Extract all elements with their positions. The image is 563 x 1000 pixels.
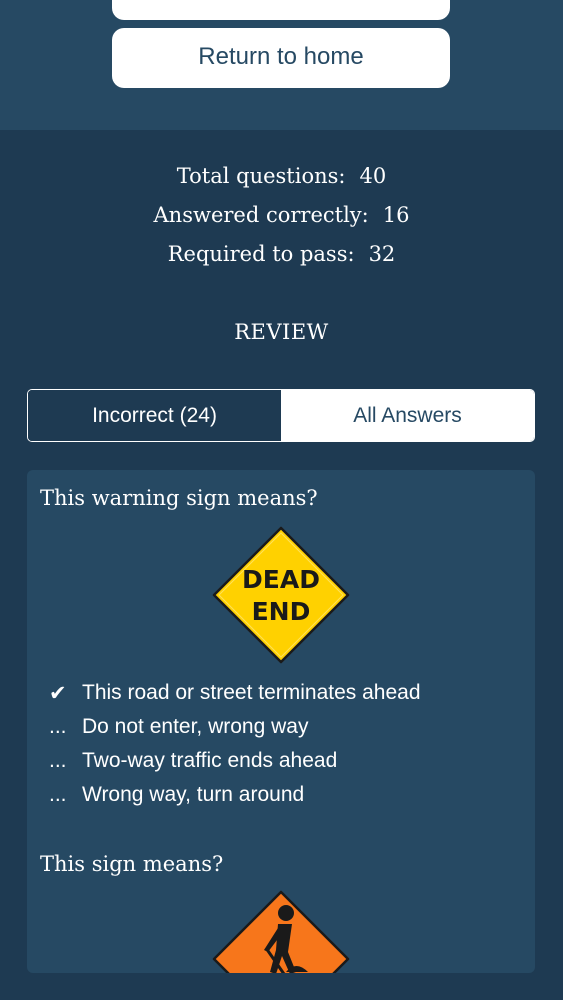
answer-text: This road or street terminates ahead: [82, 681, 421, 704]
answer-text: Wrong way, turn around: [82, 783, 305, 806]
required-to-pass-row: Required to pass: 32: [0, 242, 563, 266]
total-questions-row: Total questions: 40: [0, 164, 563, 188]
ellipsis-marker: ...: [49, 749, 67, 772]
answer-text: Two-way traffic ends ahead: [82, 749, 338, 772]
answer-text: Do not enter, wrong way: [82, 715, 309, 738]
answered-correctly-value: 16: [382, 203, 410, 227]
required-to-pass-value: 32: [368, 242, 396, 266]
return-home-button[interactable]: Return to home: [112, 28, 450, 88]
road-work-sign-icon: [212, 890, 350, 973]
ellipsis-marker: ...: [49, 715, 67, 738]
quiz-results-screen: Return to home Total questions: 40 Answer…: [0, 0, 563, 1000]
total-questions-value: 40: [359, 164, 387, 188]
previous-action-button[interactable]: [112, 0, 450, 20]
answered-correctly-label: Answered correctly:: [153, 203, 369, 227]
required-to-pass-label: Required to pass:: [167, 242, 355, 266]
total-questions-label: Total questions:: [176, 164, 346, 188]
tab-all-answers[interactable]: All Answers: [281, 390, 534, 441]
tab-incorrect[interactable]: Incorrect (24): [28, 390, 281, 441]
actions-panel: Return to home: [0, 0, 563, 130]
checkmark-icon: ✔: [49, 682, 67, 705]
dead-end-sign-icon: DEAD END: [212, 526, 350, 664]
question-text: This sign means?: [40, 852, 224, 876]
ellipsis-marker: ...: [49, 783, 67, 806]
review-heading: REVIEW: [234, 320, 329, 344]
review-filter-tabs: Incorrect (24) All Answers: [27, 389, 535, 442]
review-list[interactable]: This warning sign means? DEAD END ✔ This…: [27, 470, 535, 973]
answered-correctly-row: Answered correctly: 16: [0, 203, 563, 227]
sign-text-line-2: END: [252, 597, 311, 626]
sign-text-line-1: DEAD: [242, 565, 320, 594]
question-text: This warning sign means?: [40, 486, 318, 510]
